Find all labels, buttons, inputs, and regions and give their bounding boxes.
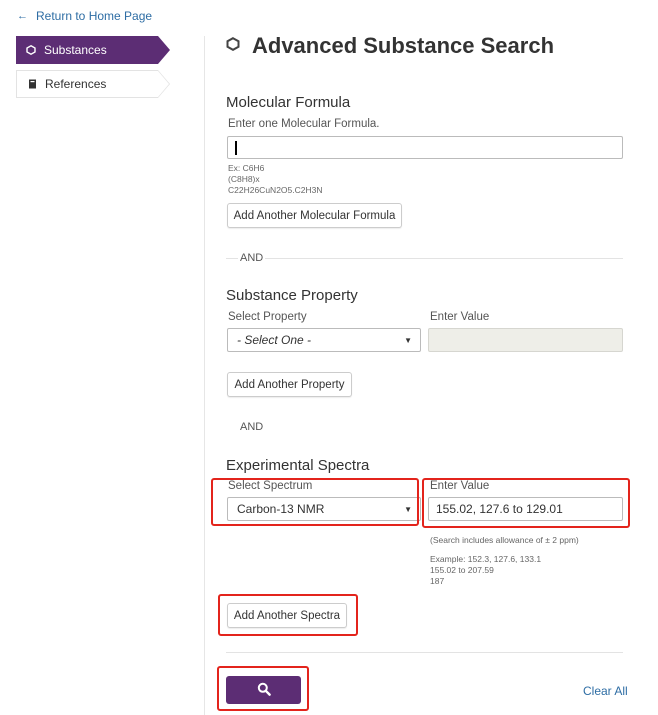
and-divider-line [226,258,623,259]
sidebar-nav: Substances References [16,36,176,104]
hexagon-icon [226,37,240,55]
property-value-input[interactable] [428,328,623,352]
and-separator: AND [238,421,266,433]
sidebar-item-substances[interactable]: Substances [16,36,170,64]
column-divider [204,36,205,715]
spectrum-select[interactable]: Carbon-13 NMR ▼ [227,497,421,521]
hexagon-icon [24,45,38,55]
arrow-left-icon: ← [17,10,28,22]
text-cursor [235,140,237,155]
return-home-label: Return to Home Page [36,9,153,23]
caret-down-icon: ▼ [404,335,412,345]
spectrum-value-label: Enter Value [430,480,490,492]
page-title-text: Advanced Substance Search [252,33,555,58]
sidebar-item-label: References [45,77,107,91]
spectra-example-2: 155.02 to 207.59 [430,565,494,575]
property-select[interactable]: - Select One - ▼ [227,328,421,352]
add-property-button[interactable]: Add Another Property [227,372,352,397]
return-home-link[interactable]: ← Return to Home Page [17,9,152,23]
search-icon [257,682,271,699]
substance-property-heading: Substance Property [226,287,358,304]
sidebar-item-label: Substances [44,43,107,57]
molecular-formula-example-1: Ex: C6H6 [228,163,265,173]
and-separator: AND [238,252,266,264]
molecular-formula-example-3: C22H26CuN2O5.C2H3N [228,185,323,195]
molecular-formula-heading: Molecular Formula [226,94,351,111]
spectra-example-1: Example: 152.3, 127.6, 133.1 [430,554,542,564]
select-spectrum-label: Select Spectrum [228,480,313,492]
allowance-note: (Search includes allowance of ± 2 ppm) [430,535,579,545]
molecular-formula-example-2: (C8H8)x [228,174,260,184]
search-button[interactable] [226,676,301,704]
actions-divider [226,652,623,653]
select-property-label: Select Property [228,311,307,323]
book-icon [25,79,39,89]
caret-down-icon: ▼ [404,504,412,514]
sidebar-item-references[interactable]: References [16,70,170,98]
spectrum-value-input[interactable]: 155.02, 127.6 to 129.01 [428,497,623,521]
add-molecular-formula-button[interactable]: Add Another Molecular Formula [227,203,402,228]
page-title: Advanced Substance Search [226,33,554,59]
spectrum-select-value: Carbon-13 NMR [237,502,325,516]
spectra-example-3: 187 [430,576,445,586]
clear-all-link[interactable]: Clear All [583,684,628,698]
spectrum-value-text: 155.02, 127.6 to 129.01 [436,502,563,516]
molecular-formula-label: Enter one Molecular Formula. [228,118,380,130]
property-select-value: - Select One - [237,333,312,347]
experimental-spectra-heading: Experimental Spectra [226,457,370,474]
molecular-formula-input[interactable] [227,136,623,159]
property-value-label: Enter Value [430,311,490,323]
add-spectra-button[interactable]: Add Another Spectra [227,603,347,628]
